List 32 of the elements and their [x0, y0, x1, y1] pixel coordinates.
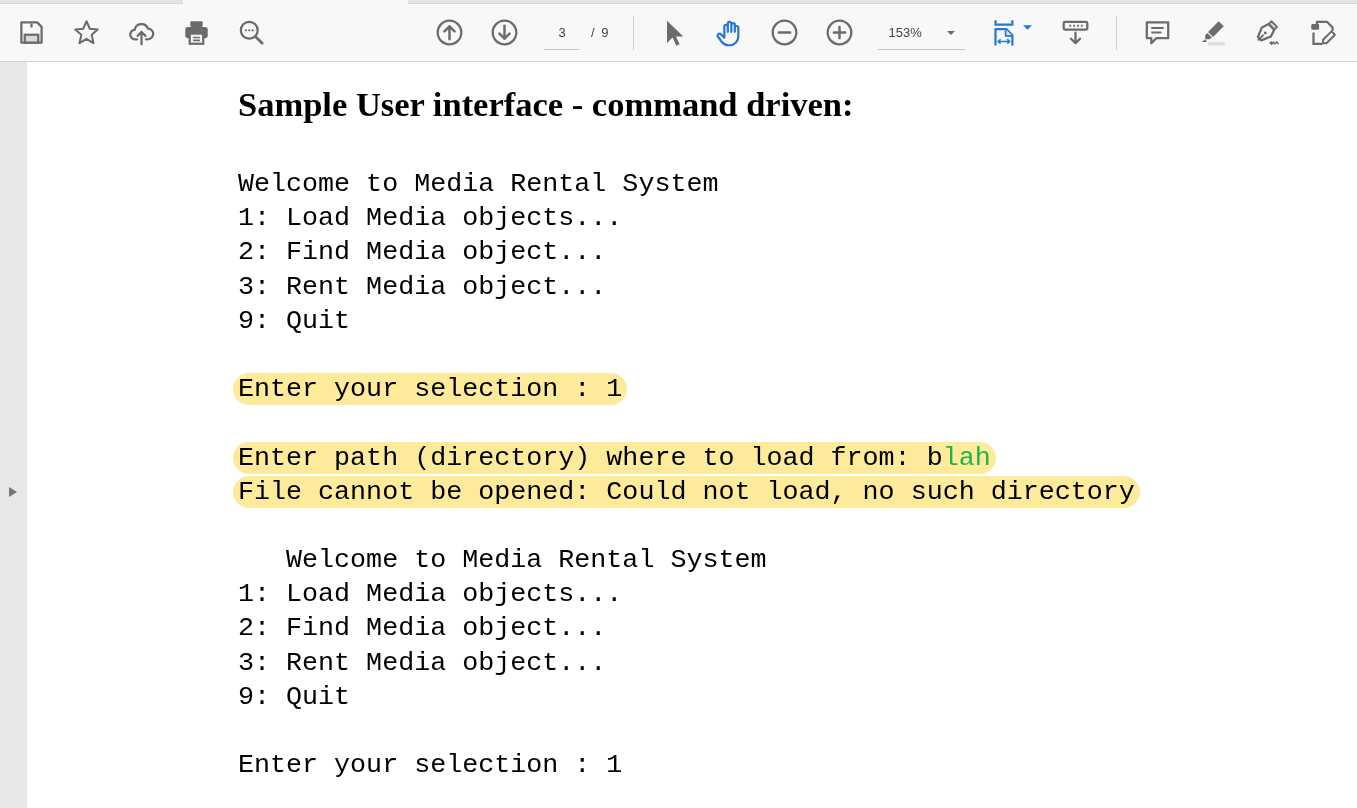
- console-line: 9: Quit: [238, 680, 351, 713]
- star-icon: [72, 19, 100, 46]
- console-line: 2: Find Media object...: [238, 236, 607, 269]
- arrow-down-circle-icon: [490, 19, 518, 46]
- document-heading: Sample User interface - command driven:: [238, 87, 854, 121]
- page-count-label: / 9: [591, 25, 609, 40]
- arrow-up-circle-icon: [435, 19, 463, 46]
- keyboard-down-arrow-icon: [1061, 19, 1089, 46]
- caret-icon: [1023, 25, 1033, 30]
- console-line: Enter your selection : 1: [238, 749, 623, 782]
- typed-text: lah: [942, 442, 991, 473]
- console-line: Enter path (directory) where to load from: b: [238, 442, 943, 473]
- console-line: Welcome to Media Rental System: [238, 168, 719, 201]
- console-line: 1: Load Media objects...: [238, 202, 623, 235]
- caret-icon[interactable]: [947, 30, 956, 35]
- console-line: File cannot be opened: Could not load, no such directory: [233, 475, 1140, 508]
- console-line: 9: Quit: [238, 304, 351, 337]
- minus-circle-icon: [770, 19, 798, 46]
- console-line: Enter your selection : 1: [233, 373, 628, 406]
- console-line: 2: Find Media object...: [238, 612, 607, 645]
- search-icon: [237, 19, 265, 46]
- console-line: 3: Rent Media object...: [238, 270, 607, 303]
- console-line: 1: Load Media objects...: [238, 578, 623, 611]
- zoom-field[interactable]: 153%: [878, 15, 966, 50]
- speech-bubble-icon: [1143, 19, 1171, 46]
- printer-icon: [182, 19, 210, 46]
- page-number-field[interactable]: 3: [544, 15, 580, 50]
- console-line: Welcome to Media Rental System: [285, 544, 767, 577]
- expand-triangle-icon[interactable]: [8, 487, 17, 497]
- plus-circle-icon: [825, 19, 853, 46]
- document-pencil-icon: [1308, 19, 1336, 46]
- console-line: 3: Rent Media object...: [238, 646, 607, 679]
